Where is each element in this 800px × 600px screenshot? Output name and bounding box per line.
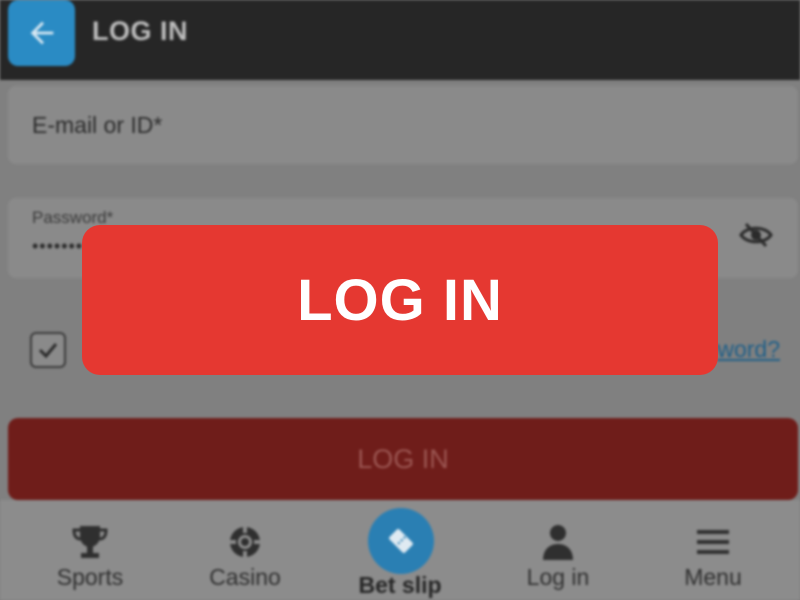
overlay-login-button[interactable]: LOG IN xyxy=(82,225,718,375)
bottom-nav: Sports Casino Bet slip Log in Menu xyxy=(0,500,800,600)
nav-item-label: Log in xyxy=(526,564,590,590)
nav-item-menu[interactable]: Menu xyxy=(633,500,793,600)
forgot-password-link[interactable]: word? xyxy=(717,336,780,363)
checkmark-icon xyxy=(38,343,58,359)
email-field-label: E-mail or ID* xyxy=(32,112,163,138)
page-title: LOG IN xyxy=(92,16,188,46)
trophy-icon xyxy=(72,526,108,558)
remember-me-checkbox[interactable] xyxy=(30,332,66,368)
back-button[interactable] xyxy=(8,0,75,66)
eye-slash-icon[interactable] xyxy=(738,220,774,250)
nav-item-label: Bet slip xyxy=(358,572,442,598)
ticket-icon xyxy=(389,529,413,553)
nav-item-bet-slip[interactable]: Bet slip xyxy=(320,500,480,600)
bet-slip-circle xyxy=(368,508,434,574)
chip-icon xyxy=(230,527,260,557)
nav-item-label: Sports xyxy=(56,564,124,590)
login-submit-button[interactable]: LOG IN xyxy=(8,418,798,500)
user-icon xyxy=(543,525,573,560)
email-field[interactable]: E-mail or ID* xyxy=(8,86,798,164)
hamburger-icon xyxy=(697,530,729,554)
nav-item-log-in[interactable]: Log in xyxy=(478,500,638,600)
nav-item-casino[interactable]: Casino xyxy=(165,500,325,600)
nav-item-label: Casino xyxy=(209,564,281,590)
top-bar: LOG IN xyxy=(0,0,800,80)
arrow-left-icon xyxy=(30,21,53,45)
nav-item-sports[interactable]: Sports xyxy=(10,500,170,600)
nav-item-label: Menu xyxy=(684,564,742,590)
